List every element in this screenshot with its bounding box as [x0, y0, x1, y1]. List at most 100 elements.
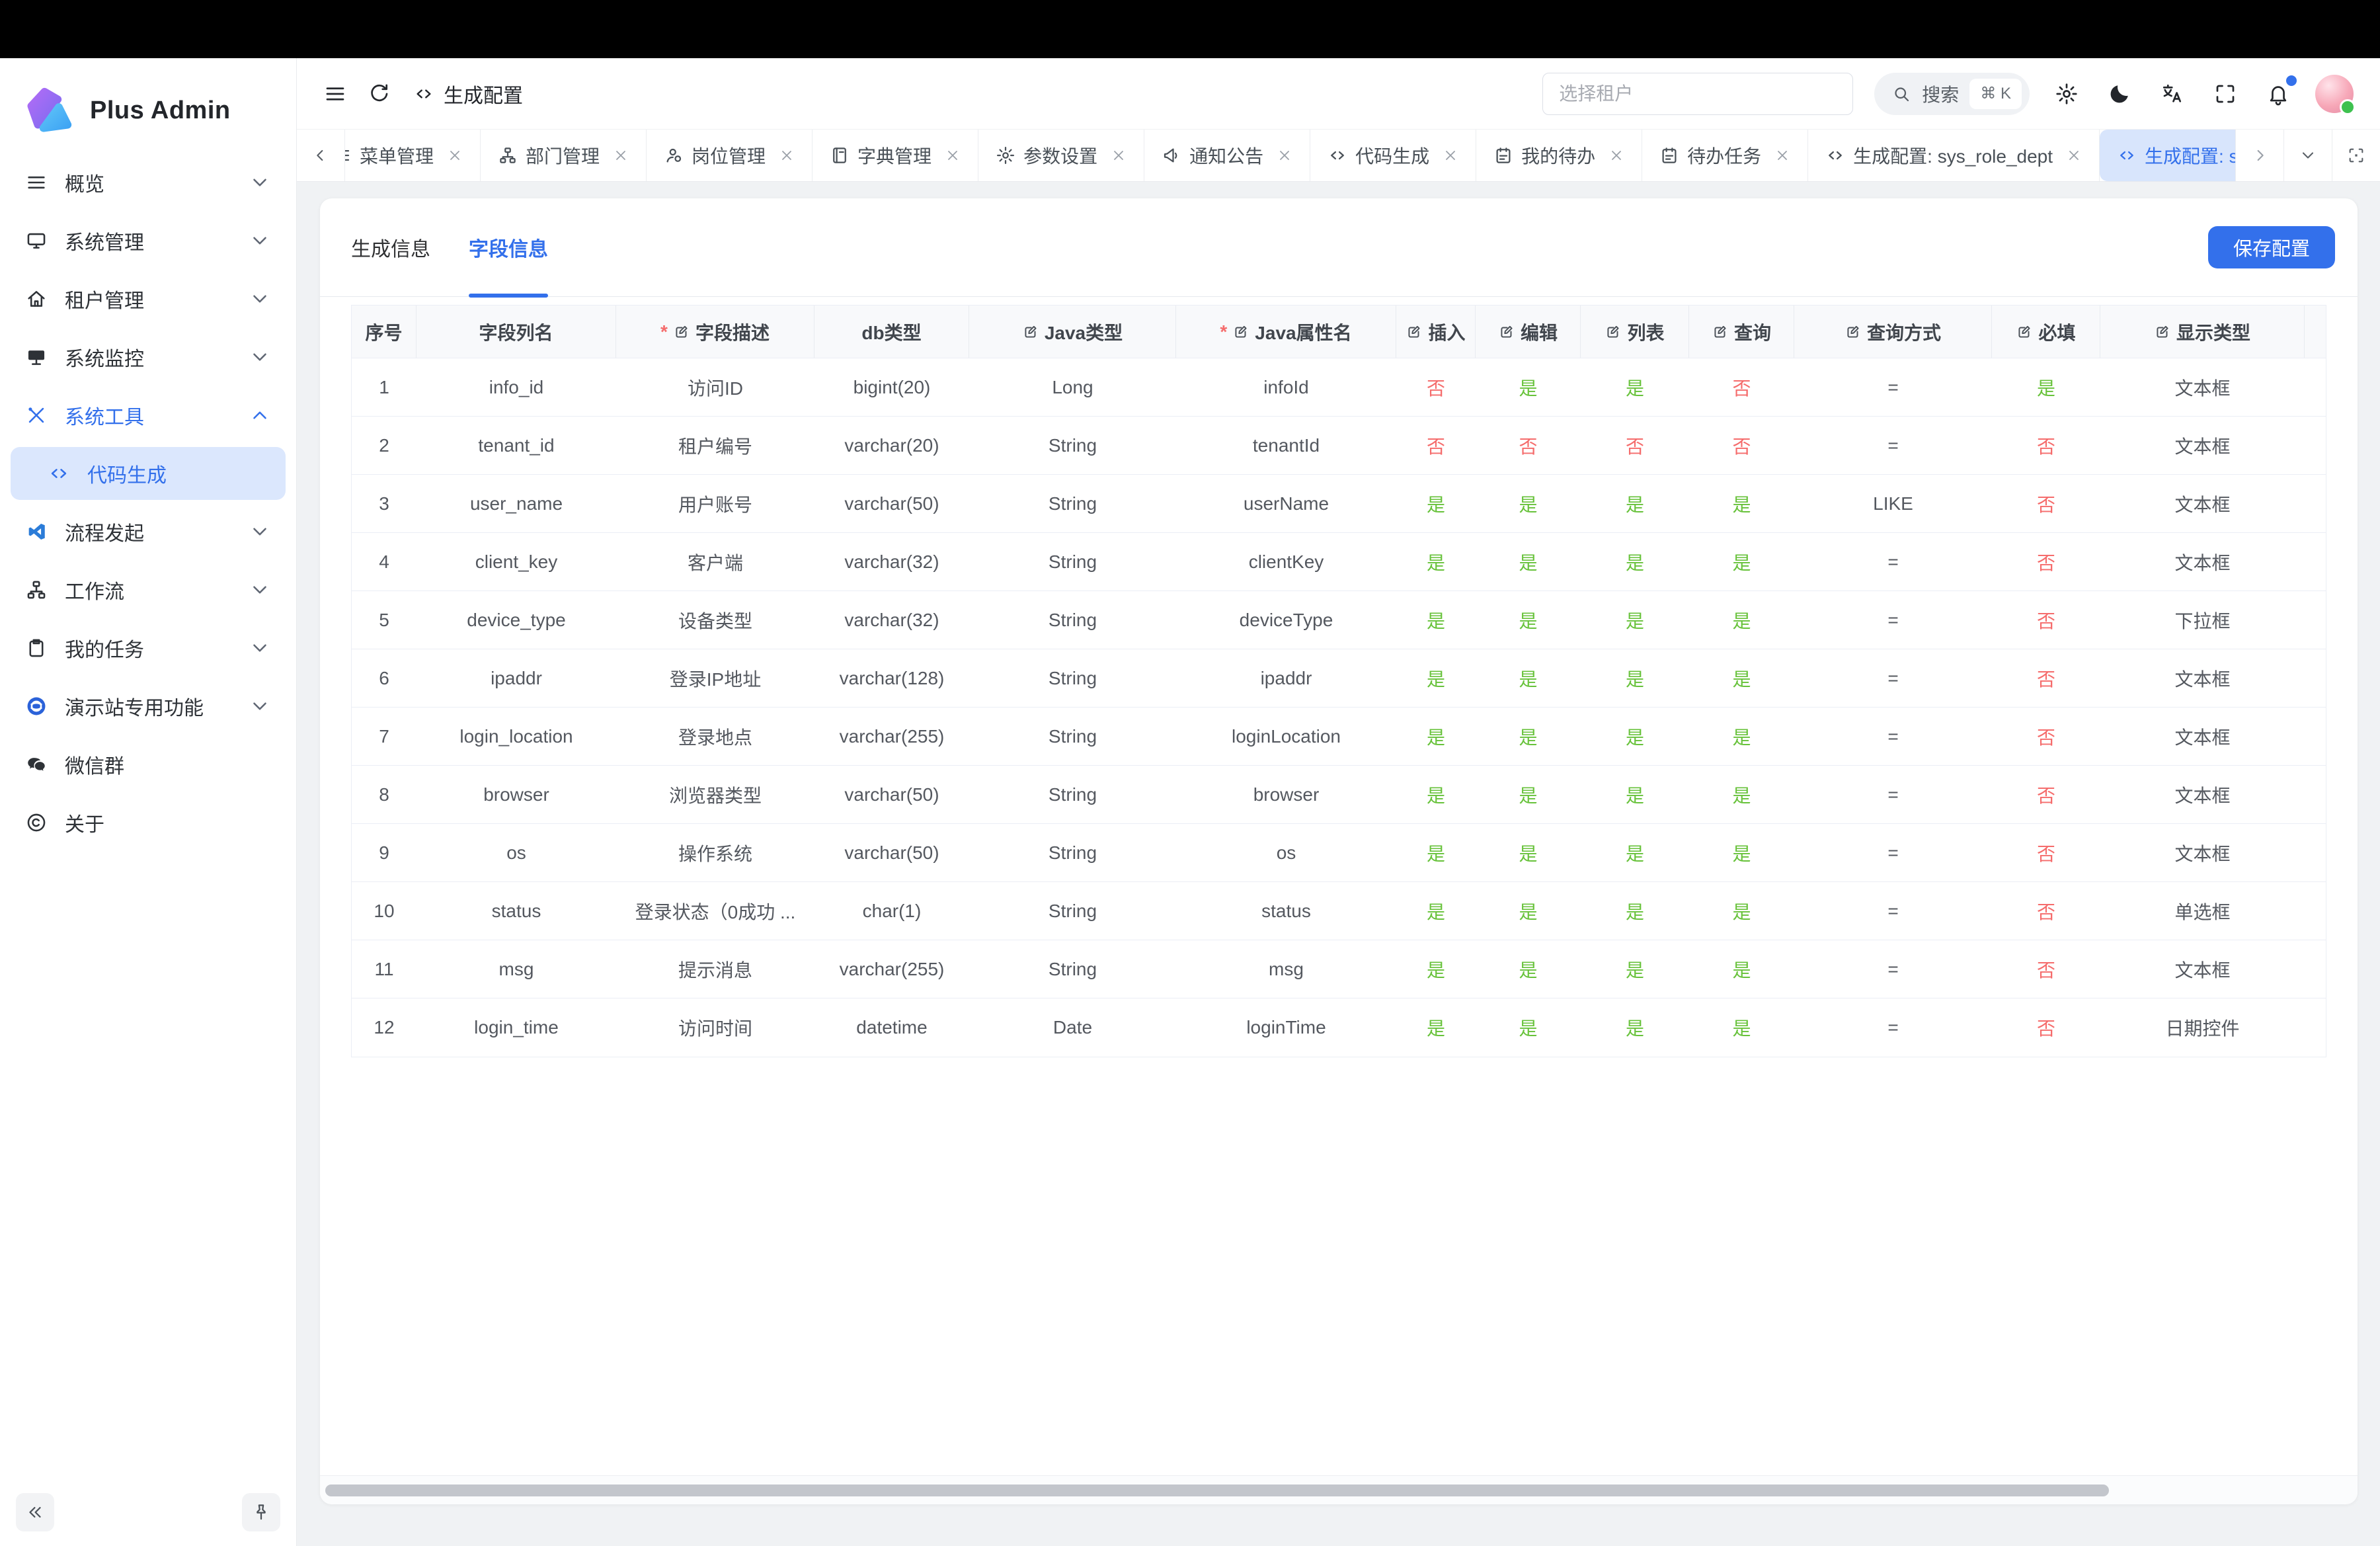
cell[interactable]: 文本框	[2100, 475, 2305, 532]
cell[interactable]: 是	[1581, 824, 1689, 881]
notifications-button[interactable]	[2262, 78, 2294, 110]
cell[interactable]: 否	[1689, 417, 1794, 474]
cell[interactable]: 是	[1396, 591, 1476, 649]
tenant-select-input[interactable]	[1542, 73, 1853, 115]
tab-my-todo[interactable]: 我的待办	[1476, 130, 1642, 181]
sidebar-item-about[interactable]: 关于	[11, 796, 286, 849]
tab-menu-mgmt[interactable]: 菜单管理	[345, 130, 481, 181]
sidebar-item-overview[interactable]: 概览	[11, 156, 286, 209]
cell[interactable]: Date	[969, 998, 1176, 1057]
sidebar-item-flow-start[interactable]: 流程发起	[11, 505, 286, 558]
fullscreen-button[interactable]	[2209, 78, 2241, 110]
cell[interactable]: 是	[1476, 533, 1581, 590]
cell[interactable]: 是	[1396, 533, 1476, 590]
collapse-sidebar-button[interactable]	[16, 1493, 54, 1531]
cell[interactable]: 是	[1581, 649, 1689, 707]
cell[interactable]: 日期控件	[2100, 998, 2305, 1057]
cell[interactable]: 设备类型	[616, 591, 814, 649]
sidebar-item-workflow[interactable]: 工作流	[11, 563, 286, 616]
cell[interactable]: 是	[1689, 475, 1794, 532]
cell[interactable]: 是	[1581, 766, 1689, 823]
cell[interactable]: 是	[1689, 824, 1794, 881]
cell[interactable]: 文本框	[2100, 824, 2305, 881]
cell[interactable]: 是	[1476, 591, 1581, 649]
cell[interactable]: tenantId	[1176, 417, 1396, 474]
cell[interactable]: 是	[1689, 591, 1794, 649]
cell[interactable]: 否	[1992, 533, 2100, 590]
save-config-button[interactable]: 保存配置	[2208, 226, 2335, 268]
cell[interactable]: 访问ID	[616, 358, 814, 416]
cell[interactable]: 下拉框	[2100, 591, 2305, 649]
cell[interactable]: 文本框	[2100, 358, 2305, 416]
cell[interactable]: 否	[1992, 591, 2100, 649]
cell[interactable]: 否	[1992, 708, 2100, 765]
cell[interactable]: 是	[1476, 708, 1581, 765]
cell[interactable]: msg	[1176, 940, 1396, 998]
cell[interactable]: =	[1794, 417, 1992, 474]
cell[interactable]: 提示消息	[616, 940, 814, 998]
cell[interactable]: 是	[1396, 475, 1476, 532]
cell[interactable]: =	[1794, 998, 1992, 1057]
cell[interactable]: 是	[1581, 533, 1689, 590]
tab-codegen[interactable]: 代码生成	[1310, 130, 1476, 181]
cell[interactable]: 是	[1396, 998, 1476, 1057]
cell[interactable]: 是	[1581, 882, 1689, 940]
dark-mode-button[interactable]	[2104, 78, 2135, 110]
cell[interactable]: status	[1176, 882, 1396, 940]
cell[interactable]: browser	[1176, 766, 1396, 823]
sidebar-item-code-gen[interactable]: 代码生成	[11, 447, 286, 500]
cell[interactable]: infoId	[1176, 358, 1396, 416]
cell[interactable]: LIKE	[1794, 475, 1992, 532]
cell[interactable]: String	[969, 708, 1176, 765]
cell[interactable]: 是	[1581, 940, 1689, 998]
cell[interactable]: 是	[1689, 766, 1794, 823]
content-fullscreen-button[interactable]	[2332, 130, 2380, 181]
sidebar-item-system-tools[interactable]: 系统工具	[11, 389, 286, 442]
cell[interactable]: 否	[1992, 882, 2100, 940]
cell[interactable]: 否	[1396, 358, 1476, 416]
cell[interactable]: 是	[1581, 591, 1689, 649]
refresh-button[interactable]	[363, 78, 395, 110]
cell[interactable]: os	[1176, 824, 1396, 881]
cell[interactable]: 否	[1992, 417, 2100, 474]
cell[interactable]: 用户账号	[616, 475, 814, 532]
user-avatar[interactable]	[2315, 75, 2354, 113]
cell[interactable]: 是	[1476, 475, 1581, 532]
cell[interactable]: 是	[1476, 649, 1581, 707]
cell[interactable]: 否	[1992, 940, 2100, 998]
cell[interactable]: 是	[1581, 475, 1689, 532]
cell[interactable]: 否	[1992, 824, 2100, 881]
cell[interactable]: String	[969, 766, 1176, 823]
cell[interactable]: loginTime	[1176, 998, 1396, 1057]
sidebar-item-my-tasks[interactable]: 我的任务	[11, 622, 286, 674]
cell[interactable]: Long	[969, 358, 1176, 416]
cell[interactable]: 是	[1581, 708, 1689, 765]
cell[interactable]: 是	[1689, 882, 1794, 940]
toggle-sidebar-button[interactable]	[319, 78, 351, 110]
cell[interactable]: 访问时间	[616, 998, 814, 1057]
cell[interactable]: 是	[1689, 649, 1794, 707]
cell[interactable]: 是	[1581, 998, 1689, 1057]
cell[interactable]: 是	[1689, 998, 1794, 1057]
cell[interactable]: 否	[1992, 475, 2100, 532]
tab-gen-config-sys-lo[interactable]: 生成配置: sys_lo	[2100, 130, 2235, 181]
tabs-menu-button[interactable]	[2283, 130, 2332, 181]
sidebar-item-tenant-mgmt[interactable]: 租户管理	[11, 272, 286, 325]
cell[interactable]: loginLocation	[1176, 708, 1396, 765]
cell[interactable]: 文本框	[2100, 940, 2305, 998]
tab-dict-mgmt[interactable]: 字典管理	[813, 130, 978, 181]
cell[interactable]: 否	[1689, 358, 1794, 416]
cell[interactable]: 客户端	[616, 533, 814, 590]
cell[interactable]: String	[969, 649, 1176, 707]
cell[interactable]: 单选框	[2100, 882, 2305, 940]
settings-button[interactable]	[2051, 78, 2082, 110]
cell[interactable]: deviceType	[1176, 591, 1396, 649]
cell[interactable]: 是	[1689, 533, 1794, 590]
cell[interactable]: 登录状态（0成功 ...	[616, 882, 814, 940]
cell[interactable]: 是	[1476, 882, 1581, 940]
tab-param-settings[interactable]: 参数设置	[978, 130, 1144, 181]
cell[interactable]: =	[1794, 649, 1992, 707]
cell[interactable]: String	[969, 882, 1176, 940]
cell[interactable]: String	[969, 940, 1176, 998]
cell[interactable]: =	[1794, 358, 1992, 416]
